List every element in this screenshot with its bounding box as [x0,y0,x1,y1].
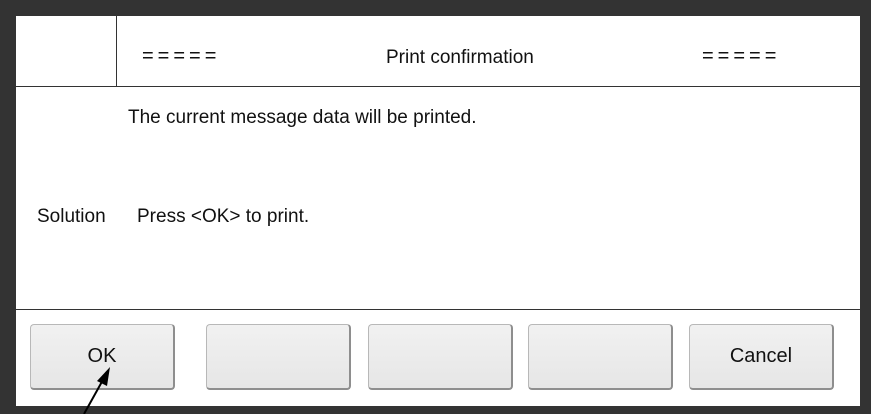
dialog-body: The current message data will be printed… [16,87,860,310]
header-right-marker: ===== [702,45,781,67]
solution-label: Solution [37,206,106,227]
soft-key-3-button[interactable] [368,324,513,390]
cancel-button[interactable]: Cancel [689,324,834,390]
solution-text: Press <OK> to print. [137,206,310,227]
dialog-header: ===== Print confirmation ===== [16,16,860,87]
message-text: The current message data will be printed… [128,107,477,128]
dialog-title: Print confirmation [386,47,534,68]
ok-button[interactable]: OK [30,324,175,390]
button-bar: OK Cancel [16,310,860,406]
header-left-marker: ===== [142,45,221,67]
soft-key-2-button[interactable] [206,324,351,390]
soft-key-4-button[interactable] [528,324,673,390]
header-left-cell [16,16,117,86]
dialog-screen: ===== Print confirmation ===== The curre… [16,16,860,406]
